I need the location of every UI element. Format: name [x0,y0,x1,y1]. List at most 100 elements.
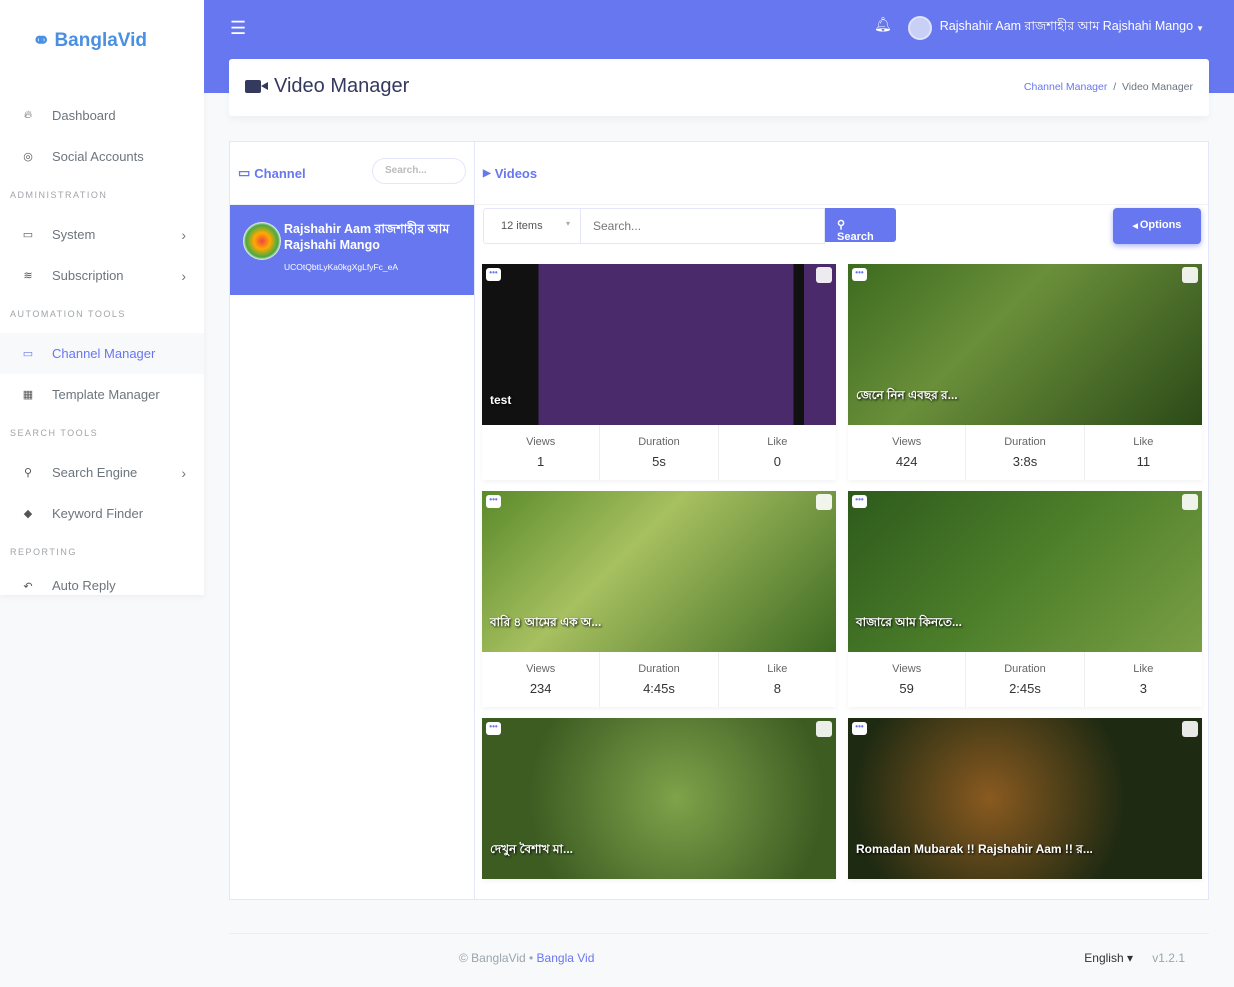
stat-label: Views [892,663,922,675]
stat-duration: Duration 5s [600,425,719,480]
video-title: বাজারে আম কিনতে... [856,615,962,629]
video-card[interactable]: ••• বাজারে আম কিনতে... Views 59 Duration 2:45… [848,491,1202,707]
stat-value: 424 [895,454,918,469]
stat-like: Like 3 [1085,652,1202,707]
stat-like: Like 8 [719,652,836,707]
stat-like: Like 11 [1085,425,1202,480]
network-icon: ⚭ [32,28,51,53]
sidebar-item-keyword-finder[interactable]: ◆ Keyword Finder [0,493,204,534]
chevron-right-icon: › [181,226,186,243]
hamburger-menu-icon[interactable]: ☰ [230,18,246,39]
stat-duration: Duration 3:8s [966,425,1085,480]
youtube-icon: ▶ [483,167,491,179]
user-circle-icon: ◎ [23,151,33,163]
stat-label: Views [526,663,556,675]
stat-value: 0 [773,454,781,469]
more-options-icon[interactable]: ••• [486,495,501,508]
video-card[interactable]: ••• বারি ৪ আমের এক অ... Views 234 Duration 4:… [482,491,836,707]
select-checkbox[interactable] [816,267,832,283]
more-options-icon[interactable]: ••• [486,722,501,735]
reply-icon: ↶ [23,581,33,593]
video-thumbnail[interactable]: ••• দেখুন বৈশাখ মা... [482,718,836,879]
options-button[interactable]: ◀ Options [1113,208,1201,244]
video-thumbnail[interactable]: ••• বারি ৪ আমের এক অ... [482,491,836,652]
channel-item[interactable]: Rajshahir Aam রাজশাহীর আম Rajshahi Mango… [230,205,474,295]
stat-views: Views 1 [482,425,601,480]
select-checkbox[interactable] [816,494,832,510]
breadcrumb: Channel Manager / Video Manager [1023,81,1193,93]
channel-name: Rajshahir Aam রাজশাহীর আম Rajshahi Mango [284,222,450,252]
sidebar-item-auto-reply[interactable]: ↶ Auto Reply [0,571,204,593]
stat-value: 4:45s [643,681,675,696]
stat-value: 234 [529,681,552,696]
stat-label: Views [892,436,922,448]
video-title: বারি ৪ আমের এক অ... [490,615,602,629]
video-card[interactable]: ••• Romadan Mubarak !! Rajshahir Aam !! র… [848,718,1202,879]
video-title: দেখুন বৈশাখ মা... [490,842,574,856]
main-card: ▭ Channel Search... Rajshahir Aam রাজশাহী… [229,141,1209,900]
sidebar-item-dashboard[interactable]: 🔥︎ Dashboard [0,95,204,136]
more-options-icon[interactable]: ••• [486,268,501,281]
video-thumbnail[interactable]: ••• জেনে নিন এবছর র... [848,264,1202,425]
more-options-icon[interactable]: ••• [852,268,867,281]
video-title: Romadan Mubarak !! Rajshahir Aam !! র... [856,842,1093,856]
items-per-page-select[interactable]: 12 items ▾ [483,208,581,244]
search-button[interactable]: ⚲ Search [825,208,896,243]
menu-header-administration: ADMINISTRATION [10,190,108,200]
stat-views: Views 234 [482,652,601,707]
grid-icon: ▦ [22,389,34,401]
video-card[interactable]: ••• জেনে নিন এবছর র... Views 424 Duration 3:8… [848,264,1202,480]
stat-value: 59 [899,681,914,696]
language-select[interactable]: English ▾ [1084,951,1133,965]
more-options-icon[interactable]: ••• [852,722,867,735]
stat-like: Like 0 [719,425,836,480]
search-icon: ⚲ [23,467,33,479]
stat-label: Like [1133,663,1154,675]
version: v1.2.1 [1152,951,1185,965]
stat-value: 1 [537,454,545,469]
select-checkbox[interactable] [1182,267,1198,283]
sidebar-item-channel-manager[interactable]: ▭ Channel Manager [0,333,204,374]
stat-label: Duration [1004,436,1046,448]
chevron-right-icon: › [181,464,186,481]
user-menu[interactable]: Rajshahir Aam রাজশাহীর আম Rajshahi Mango… [907,16,1204,40]
channel-logo [243,222,281,260]
select-checkbox[interactable] [1182,494,1198,510]
select-value: 12 items [501,220,543,232]
stat-label: Duration [638,663,680,675]
sidebar-item-template-manager[interactable]: ▦ Template Manager [0,374,204,415]
sidebar-item-search-engine[interactable]: ⚲ Search Engine › [0,452,204,493]
video-thumbnail[interactable]: ••• Romadan Mubarak !! Rajshahir Aam !! র… [848,718,1202,879]
video-card[interactable]: ••• test Views 1 Duration 5s Like 0 [482,264,836,480]
video-thumbnail[interactable]: ••• বাজারে আম কিনতে... [848,491,1202,652]
video-search-input[interactable]: Search... [581,208,825,244]
channel-id: UCOtQbtLyKa0kgXgLfyFc_eA [284,262,399,272]
stat-label: Like [767,436,788,448]
avatar [907,16,932,40]
video-title: test [490,393,512,407]
video-card[interactable]: ••• দেখুন বৈশাখ মা... [482,718,836,879]
stat-label: Duration [1004,663,1046,675]
sidebar-item-system[interactable]: ▭ System › [0,214,204,255]
video-title: জেনে নিন এবছর র... [856,388,958,402]
select-checkbox[interactable] [1182,721,1198,737]
stat-views: Views 424 [848,425,967,480]
laptop-icon: ▭ [22,229,34,241]
stat-label: Like [767,663,788,675]
video-thumbnail[interactable]: ••• test [482,264,836,425]
bell-icon[interactable]: 🔔︎ [874,16,892,33]
breadcrumb-channel-manager[interactable]: Channel Manager [1024,81,1107,93]
stat-value: 8 [773,681,781,696]
coins-icon: ≋ [23,270,33,282]
footer-link[interactable]: Bangla Vid [537,951,595,965]
stat-label: Views [526,436,556,448]
channel-search-input[interactable]: Search... [372,158,466,184]
more-options-icon[interactable]: ••• [852,495,867,508]
sidebar-item-social-accounts[interactable]: ◎ Social Accounts [0,136,204,177]
select-checkbox[interactable] [816,721,832,737]
desktop-icon: ▭ [22,348,34,360]
desktop-icon: ▭ [238,165,251,180]
brand-logo[interactable]: ⚭ BanglaVid [32,28,147,54]
caret-icon: ▾ [565,219,570,228]
sidebar-item-subscription[interactable]: ≋ Subscription › [0,255,204,296]
